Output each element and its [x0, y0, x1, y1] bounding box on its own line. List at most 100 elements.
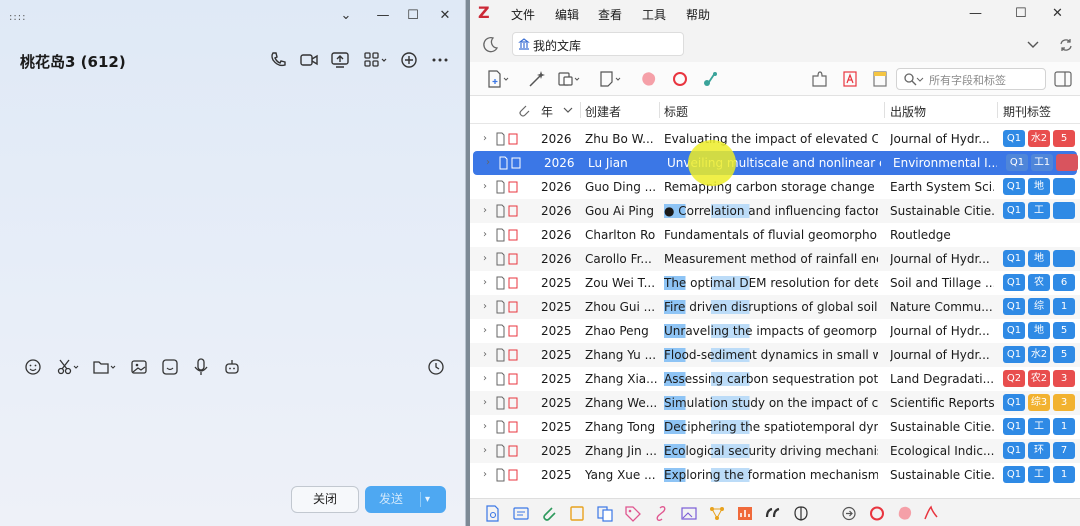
menu-tools[interactable]: 工具 — [642, 6, 666, 23]
column-year[interactable]: 年 — [541, 103, 553, 120]
brain-icon[interactable] — [792, 505, 810, 522]
chevron-down-icon[interactable]: ⌄ — [338, 8, 354, 24]
library-tab[interactable]: 我的文库 — [512, 32, 684, 56]
maximize-button[interactable]: ☐ — [405, 8, 421, 24]
network-icon[interactable] — [708, 505, 726, 522]
expand-twisty-icon[interactable]: › — [483, 181, 493, 192]
column-divider[interactable] — [580, 102, 581, 118]
attachment-paperclip-icon[interactable] — [517, 103, 531, 117]
pane-toggle-icon[interactable] — [1053, 70, 1073, 88]
menu-file[interactable]: 文件 — [511, 6, 535, 23]
microphone-icon[interactable] — [190, 356, 212, 378]
new-note-icon[interactable] — [598, 70, 624, 88]
expand-twisty-icon[interactable]: › — [483, 229, 493, 240]
highlight-shape-icon[interactable] — [896, 505, 914, 522]
column-journal-tags[interactable]: 期刊标签 — [1003, 103, 1051, 120]
red-circle-icon[interactable] — [868, 505, 886, 522]
video-icon[interactable] — [299, 50, 319, 70]
send-options-dropdown[interactable]: ▾ — [425, 486, 430, 513]
more-icon[interactable] — [430, 50, 450, 70]
expand-twisty-icon[interactable]: › — [483, 205, 493, 216]
table-row[interactable]: › 2025 Zhou Gui ... Fire driven disruptions… — [470, 295, 1080, 319]
table-row[interactable]: › 2025 Zhang Yu ... Flood-sediment dynamics… — [470, 343, 1080, 367]
close-chat-button[interactable]: 关闭 — [291, 486, 359, 513]
screen-share-icon[interactable] — [330, 50, 350, 70]
minimize-button[interactable]: — — [375, 8, 391, 24]
table-row[interactable]: › 2025 Zhang Jin ... Ecological security dr… — [470, 439, 1080, 463]
close-window-button[interactable]: ✕ — [437, 8, 453, 24]
expand-twisty-icon[interactable]: › — [483, 445, 493, 456]
sync-icon[interactable] — [1058, 37, 1074, 53]
table-row[interactable]: › 2025 Zhang Xia... Assessing carbon seques… — [470, 367, 1080, 391]
puzzle-icon[interactable] — [810, 70, 830, 88]
table-row[interactable]: › 2025 Zou Wei T... The optimal DEM resolut… — [470, 271, 1080, 295]
column-divider[interactable] — [884, 102, 885, 118]
circle-annotation-icon[interactable] — [670, 70, 690, 88]
column-divider[interactable] — [997, 102, 998, 118]
expand-twisty-icon[interactable]: › — [483, 373, 493, 384]
sticker-icon[interactable] — [159, 356, 181, 378]
minimize-button[interactable]: — — [969, 6, 982, 21]
phone-icon[interactable] — [268, 50, 288, 70]
image-stack-icon[interactable] — [680, 505, 698, 522]
menu-view[interactable]: 查看 — [598, 6, 622, 23]
history-clock-icon[interactable] — [425, 356, 447, 378]
table-row[interactable]: › 2025 Yang Xue ... Exploring the formation… — [470, 463, 1080, 487]
table-row[interactable]: ›2026Lu JianUnveiling multiscale and non… — [473, 151, 1078, 175]
column-divider[interactable] — [659, 102, 660, 118]
emoji-icon[interactable] — [22, 356, 44, 378]
menu-help[interactable]: 帮助 — [686, 6, 710, 23]
sticky-note-icon[interactable] — [870, 70, 890, 88]
table-row[interactable]: › 2026 Guo Ding ... Remapping carbon storag… — [470, 175, 1080, 199]
expand-twisty-icon[interactable]: › — [483, 421, 493, 432]
copy-icon[interactable] — [596, 505, 614, 522]
chevron-down-icon[interactable] — [1026, 38, 1040, 52]
table-row[interactable]: › 2026 Zhu Bo W... Evaluating the impact of… — [470, 127, 1080, 151]
pdf-icon[interactable] — [922, 505, 940, 522]
moon-icon[interactable] — [480, 35, 500, 55]
scissors-icon[interactable] — [55, 356, 81, 378]
branch-icon[interactable] — [701, 70, 721, 88]
expand-twisty-icon[interactable]: › — [483, 277, 493, 288]
expand-twisty-icon[interactable]: › — [483, 325, 493, 336]
expand-twisty-icon[interactable]: › — [486, 157, 496, 168]
table-row[interactable]: › 2026 Carollo Fr... Measurement method of … — [470, 247, 1080, 271]
paperclip-icon[interactable] — [540, 505, 558, 522]
expand-twisty-icon[interactable]: › — [483, 301, 493, 312]
column-title[interactable]: 标题 — [664, 103, 688, 120]
highlight-shape-icon[interactable] — [639, 70, 659, 88]
quote-icon[interactable] — [764, 505, 782, 522]
bar-chart-icon[interactable] — [736, 505, 754, 522]
table-row[interactable]: › 2026 Gou Ai Ping ● Correlation and influe… — [470, 199, 1080, 223]
table-row[interactable]: › 2025 Zhang Tong Deciphering the spatiotem… — [470, 415, 1080, 439]
maximize-button[interactable]: ☐ — [1015, 6, 1027, 21]
new-item-icon[interactable] — [486, 70, 512, 88]
close-window-button[interactable]: ✕ — [1052, 6, 1063, 21]
add-attachment-icon[interactable] — [557, 70, 583, 88]
expand-twisty-icon[interactable]: › — [483, 469, 493, 480]
notebook-icon[interactable] — [568, 505, 586, 522]
pdf-text-icon[interactable] — [840, 70, 860, 88]
arrow-circle-icon[interactable] — [840, 505, 858, 522]
image-icon[interactable] — [128, 356, 150, 378]
apps-icon[interactable] — [363, 50, 389, 70]
table-row[interactable]: › 2025 Zhang We... Simulation study on the … — [470, 391, 1080, 415]
expand-twisty-icon[interactable]: › — [483, 349, 493, 360]
add-member-icon[interactable] — [399, 50, 419, 70]
tag-icon[interactable] — [624, 505, 642, 522]
expand-twisty-icon[interactable]: › — [483, 133, 493, 144]
sort-descending-icon[interactable] — [563, 106, 573, 114]
table-row[interactable]: › 2026 Charlton Ro Fundamentals of fluvial … — [470, 223, 1080, 247]
magic-wand-icon[interactable] — [527, 70, 547, 88]
folder-icon[interactable] — [92, 356, 118, 378]
send-button[interactable]: 发送 ▾ — [365, 486, 446, 513]
robot-icon[interactable] — [221, 356, 243, 378]
menu-edit[interactable]: 编辑 — [555, 6, 579, 23]
document-search-icon[interactable] — [484, 505, 502, 522]
card-icon[interactable] — [512, 505, 530, 522]
column-publication[interactable]: 出版物 — [890, 103, 926, 120]
table-row[interactable]: › 2025 Zhao Peng Unraveling the impacts of … — [470, 319, 1080, 343]
link-icon[interactable] — [652, 505, 670, 522]
expand-twisty-icon[interactable]: › — [483, 397, 493, 408]
search-box[interactable]: 所有字段和标签 — [896, 68, 1046, 90]
